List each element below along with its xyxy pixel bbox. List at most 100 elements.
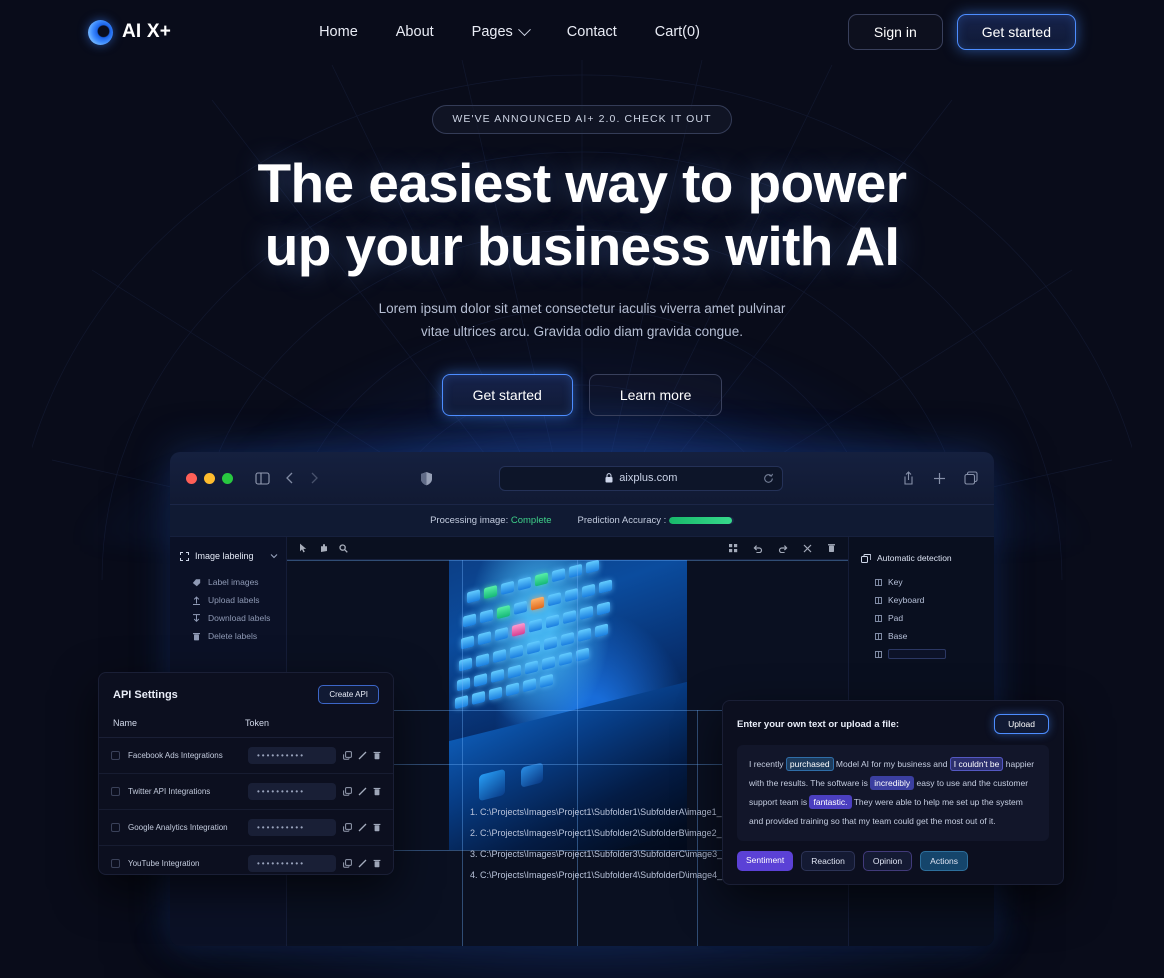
box-icon	[875, 614, 882, 622]
zoom-window-icon[interactable]	[222, 472, 233, 484]
detection-item-pad[interactable]: Pad	[861, 609, 994, 627]
delete-icon[interactable]	[373, 823, 381, 832]
copy-icon[interactable]	[343, 859, 352, 868]
plus-icon[interactable]	[933, 472, 946, 485]
detection-item-key[interactable]: Key	[861, 573, 994, 591]
shield-icon[interactable]	[420, 471, 433, 486]
chevron-right-icon[interactable]	[309, 471, 320, 485]
api-row-token[interactable]: ••••••••••	[248, 783, 336, 800]
edit-icon[interactable]	[358, 859, 367, 868]
table-row[interactable]: YouTube Integration ••••••••••	[99, 846, 393, 874]
nav-item-pages[interactable]: Pages	[472, 22, 531, 40]
hero-title-line1: The easiest way to power	[257, 152, 907, 214]
sign-in-button[interactable]: Sign in	[847, 14, 943, 50]
minimize-window-icon[interactable]	[204, 472, 215, 484]
magnifier-icon[interactable]	[339, 543, 348, 553]
close-icon[interactable]	[803, 544, 812, 553]
reload-icon[interactable]	[763, 473, 774, 484]
chevron-down-icon[interactable]	[270, 553, 278, 559]
download-icon	[192, 613, 201, 623]
chevron-left-icon[interactable]	[284, 471, 295, 485]
sidebar-item-label: Label images	[208, 577, 259, 587]
detection-item-base[interactable]: Base	[861, 627, 994, 645]
row-actions	[343, 823, 381, 832]
api-table-header: Name Token	[99, 712, 393, 738]
get-started-button[interactable]: Get started	[956, 14, 1076, 50]
grid-icon[interactable]	[729, 543, 738, 553]
edit-icon[interactable]	[358, 823, 367, 832]
hero-learn-more-button[interactable]: Learn more	[588, 374, 723, 416]
nav-item-contact[interactable]: Contact	[567, 24, 617, 40]
tag-opinion[interactable]: Opinion	[862, 851, 913, 871]
delete-icon[interactable]	[373, 859, 381, 868]
list-item[interactable]: 2. C:\Projects\Images\Project1\Subfolder…	[470, 823, 762, 844]
redo-icon[interactable]	[778, 544, 788, 553]
column-header-token: Token	[245, 718, 270, 728]
share-icon[interactable]	[902, 470, 915, 486]
row-checkbox[interactable]	[111, 823, 120, 832]
close-window-icon[interactable]	[186, 472, 197, 484]
sidebar-toggle-icon[interactable]	[255, 471, 270, 485]
hero-get-started-button[interactable]: Get started	[441, 374, 573, 416]
nav-item-about[interactable]: About	[396, 24, 434, 40]
hero-subtitle-line1: Lorem ipsum dolor sit amet consectetur i…	[378, 301, 786, 316]
detection-new-item-row[interactable]	[861, 645, 994, 663]
nav-item-home[interactable]: Home	[319, 24, 358, 40]
row-checkbox[interactable]	[111, 787, 120, 796]
guide-line	[287, 560, 848, 561]
brand-logo[interactable]: AI X+	[88, 19, 171, 45]
cursor-icon[interactable]	[299, 543, 308, 553]
plain-text: with the results. The software is	[749, 778, 871, 788]
sidebar-section-image-labeling[interactable]: Image labeling	[170, 551, 286, 561]
address-bar[interactable]: aixplus.com	[499, 465, 784, 491]
delete-icon[interactable]	[373, 787, 381, 796]
api-row-token[interactable]: ••••••••••	[248, 747, 336, 764]
lock-icon	[605, 473, 613, 483]
hand-icon[interactable]	[319, 543, 328, 553]
row-checkbox[interactable]	[111, 751, 120, 760]
sidebar-item-upload-labels[interactable]: Upload labels	[170, 591, 286, 609]
nav-item-cart[interactable]: Cart(0)	[655, 24, 700, 40]
api-row-token[interactable]: ••••••••••	[248, 819, 336, 836]
nav-label: Cart(0)	[654, 24, 700, 40]
text-analysis-content[interactable]: I recently purchased Model AI for my bus…	[737, 745, 1049, 841]
table-row[interactable]: Facebook Ads Integrations ••••••••••	[99, 738, 393, 774]
detection-title-row: Automatic detection	[861, 553, 994, 563]
sidebar-item-download-labels[interactable]: Download labels	[170, 609, 286, 627]
row-checkbox[interactable]	[111, 859, 120, 868]
list-item[interactable]: 4. C:\Projects\Images\Project1\Subfolder…	[470, 865, 762, 886]
api-row-token[interactable]: ••••••••••	[248, 855, 336, 872]
detection-item-label: Keyboard	[888, 595, 925, 605]
table-row[interactable]: Twitter API Integrations ••••••••••	[99, 774, 393, 810]
copy-tabs-icon[interactable]	[964, 471, 978, 485]
copy-icon[interactable]	[343, 787, 352, 796]
table-row[interactable]: Google Analytics Integration ••••••••••	[99, 810, 393, 846]
edit-icon[interactable]	[358, 751, 367, 760]
sidebar-item-delete-labels[interactable]: Delete labels	[170, 627, 286, 645]
list-item[interactable]: 3. C:\Projects\Images\Project1\Subfolder…	[470, 844, 762, 865]
processing-status: Processing image: Complete	[430, 515, 551, 526]
highlighted-text: I couldn't be	[949, 757, 1004, 771]
tag-sentiment[interactable]: Sentiment	[737, 851, 794, 871]
copy-icon[interactable]	[343, 823, 352, 832]
trash-icon[interactable]	[827, 543, 836, 553]
text-analysis-card: Enter your own text or upload a file: Up…	[722, 700, 1064, 885]
highlighted-text: fantastic.	[809, 795, 852, 809]
detection-item-keyboard[interactable]: Keyboard	[861, 591, 994, 609]
detection-name-input[interactable]	[888, 649, 946, 659]
announcement-badge[interactable]: WE'VE ANNOUNCED AI+ 2.0. CHECK IT OUT	[432, 105, 732, 134]
api-row-name: YouTube Integration	[128, 859, 200, 868]
create-api-button[interactable]: Create API	[318, 685, 379, 704]
undo-icon[interactable]	[753, 544, 763, 553]
copy-icon[interactable]	[343, 751, 352, 760]
delete-icon[interactable]	[373, 751, 381, 760]
api-settings-card: API Settings Create API Name Token Faceb…	[98, 672, 394, 875]
tag-actions[interactable]: Actions	[920, 851, 969, 871]
sidebar-item-label-images[interactable]: Label images	[170, 573, 286, 591]
traffic-lights	[186, 472, 233, 484]
upload-button[interactable]: Upload	[994, 714, 1049, 734]
edit-icon[interactable]	[358, 787, 367, 796]
list-item[interactable]: 1. C:\Projects\Images\Project1\Subfolder…	[470, 802, 762, 823]
tag-reaction[interactable]: Reaction	[801, 851, 855, 871]
processing-value: Complete	[510, 515, 552, 526]
